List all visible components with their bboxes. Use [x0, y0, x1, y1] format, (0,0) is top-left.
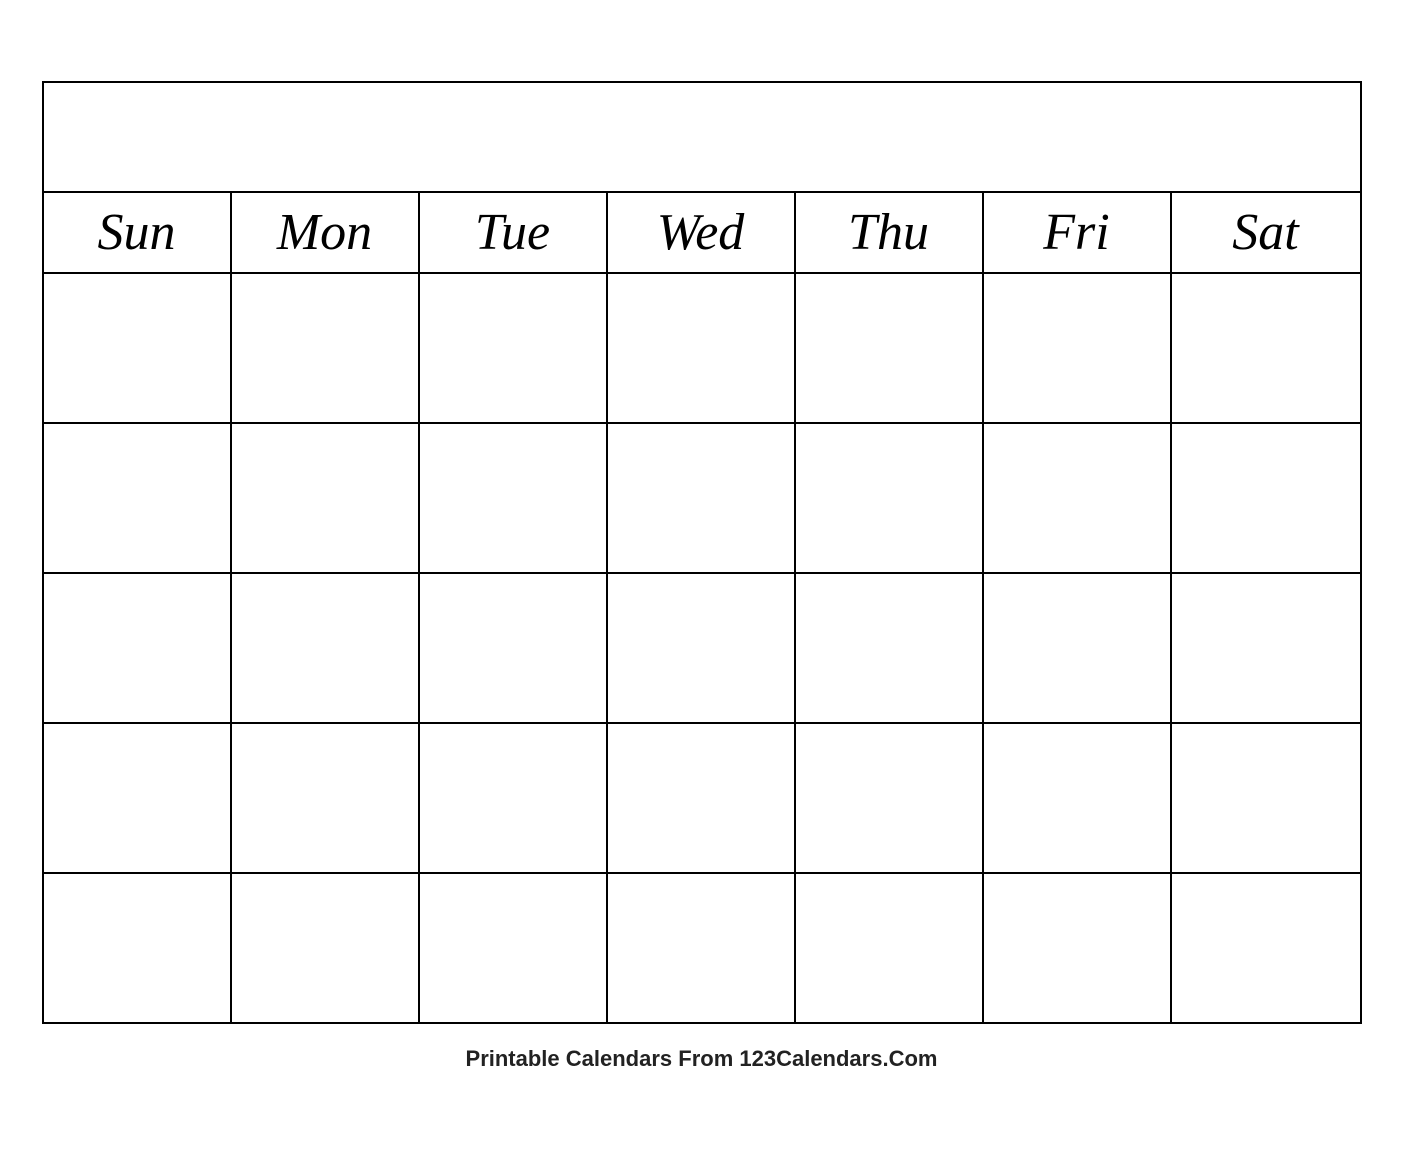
header-sun: Sun: [44, 193, 232, 272]
calendar-row-2: [44, 424, 1360, 574]
cell-3-5[interactable]: [796, 574, 984, 722]
header-mon: Mon: [232, 193, 420, 272]
header-sat: Sat: [1172, 193, 1360, 272]
cell-5-6[interactable]: [984, 874, 1172, 1022]
calendar-header: Sun Mon Tue Wed Thu Fri Sat: [44, 193, 1360, 274]
cell-1-7[interactable]: [1172, 274, 1360, 422]
cell-5-5[interactable]: [796, 874, 984, 1022]
footer-bold: 123Calendars.Com: [739, 1046, 937, 1071]
calendar-body: [44, 274, 1360, 1022]
cell-4-5[interactable]: [796, 724, 984, 872]
cell-4-3[interactable]: [420, 724, 608, 872]
cell-1-2[interactable]: [232, 274, 420, 422]
footer-text: Printable Calendars From 123Calendars.Co…: [466, 1046, 938, 1072]
cell-4-4[interactable]: [608, 724, 796, 872]
footer-regular: Printable Calendars From: [466, 1046, 740, 1071]
cell-2-7[interactable]: [1172, 424, 1360, 572]
calendar-title-row: [44, 83, 1360, 193]
cell-2-4[interactable]: [608, 424, 796, 572]
cell-3-6[interactable]: [984, 574, 1172, 722]
cell-1-3[interactable]: [420, 274, 608, 422]
cell-4-6[interactable]: [984, 724, 1172, 872]
cell-3-4[interactable]: [608, 574, 796, 722]
cell-2-1[interactable]: [44, 424, 232, 572]
cell-5-4[interactable]: [608, 874, 796, 1022]
cell-1-4[interactable]: [608, 274, 796, 422]
cell-1-1[interactable]: [44, 274, 232, 422]
cell-4-2[interactable]: [232, 724, 420, 872]
cell-5-3[interactable]: [420, 874, 608, 1022]
cell-5-1[interactable]: [44, 874, 232, 1022]
cell-3-1[interactable]: [44, 574, 232, 722]
cell-2-2[interactable]: [232, 424, 420, 572]
cell-3-3[interactable]: [420, 574, 608, 722]
cell-5-7[interactable]: [1172, 874, 1360, 1022]
calendar-row-1: [44, 274, 1360, 424]
calendar-row-4: [44, 724, 1360, 874]
header-tue: Tue: [420, 193, 608, 272]
cell-1-5[interactable]: [796, 274, 984, 422]
calendar-row-3: [44, 574, 1360, 724]
cell-2-3[interactable]: [420, 424, 608, 572]
cell-3-7[interactable]: [1172, 574, 1360, 722]
header-wed: Wed: [608, 193, 796, 272]
header-fri: Fri: [984, 193, 1172, 272]
cell-1-6[interactable]: [984, 274, 1172, 422]
page-wrapper: Sun Mon Tue Wed Thu Fri Sat: [42, 81, 1362, 1072]
cell-3-2[interactable]: [232, 574, 420, 722]
calendar-container: Sun Mon Tue Wed Thu Fri Sat: [42, 81, 1362, 1024]
calendar-row-5: [44, 874, 1360, 1022]
cell-2-5[interactable]: [796, 424, 984, 572]
cell-4-1[interactable]: [44, 724, 232, 872]
cell-4-7[interactable]: [1172, 724, 1360, 872]
header-thu: Thu: [796, 193, 984, 272]
cell-2-6[interactable]: [984, 424, 1172, 572]
cell-5-2[interactable]: [232, 874, 420, 1022]
